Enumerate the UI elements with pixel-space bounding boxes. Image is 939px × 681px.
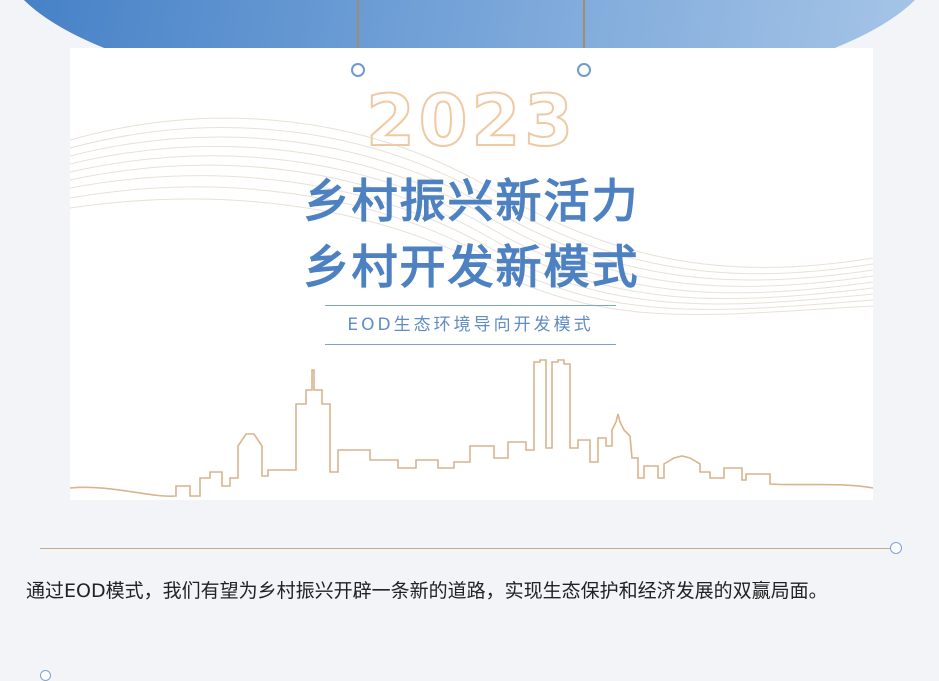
hanger-ring-icon — [351, 63, 365, 77]
divider-dot-icon — [890, 542, 902, 554]
city-skyline-illustration — [70, 359, 873, 497]
hanger-ring-icon — [577, 63, 591, 77]
banner-card: 2023 乡村振兴新活力 乡村开发新模式 EOD生态环境导向开发模式 — [70, 48, 873, 500]
banner-subtitle: EOD生态环境导向开发模式 — [325, 305, 616, 345]
section-divider — [40, 548, 892, 549]
headline-line-1: 乡村振兴新活力 — [303, 174, 640, 228]
divider-dot-icon — [40, 670, 51, 681]
year-title: 2023 — [365, 80, 577, 162]
article-paragraph: 通过EOD模式，我们有望为乡村振兴开辟一条新的道路，实现生态保护和经济发展的双赢… — [26, 580, 828, 602]
headline-line-2: 乡村开发新模式 — [303, 240, 640, 294]
